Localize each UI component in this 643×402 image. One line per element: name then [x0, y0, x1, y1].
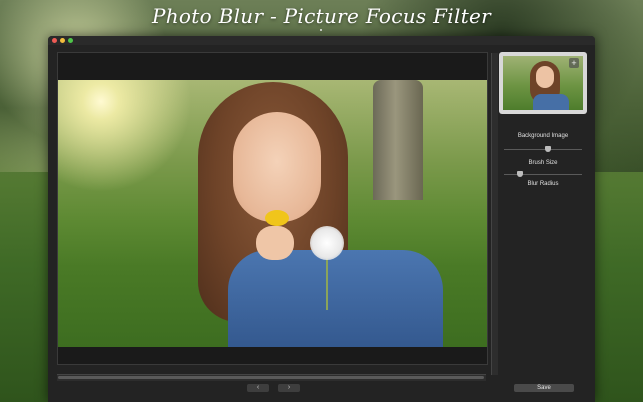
photo-girl-jacket	[228, 250, 443, 347]
thumb-girl-jacket	[533, 94, 569, 110]
photo-hand	[256, 226, 294, 260]
close-window-button[interactable]	[52, 38, 57, 43]
horizontal-scroll-thumb[interactable]	[58, 376, 484, 379]
plus-icon[interactable]: +	[569, 58, 579, 68]
thumb-girl-face	[536, 66, 554, 88]
zoom-window-button[interactable]	[68, 38, 73, 43]
brush-size-slider-knob[interactable]	[545, 146, 551, 152]
photo-tree-trunk	[373, 80, 423, 200]
background-image-thumbnail-frame[interactable]: +	[499, 52, 587, 114]
brush-size-label: Brush Size	[528, 160, 558, 166]
save-button[interactable]: Save	[514, 384, 574, 392]
promo-title: Photo Blur - Picture Focus Filter	[151, 4, 492, 28]
background-image-thumbnail[interactable]: +	[503, 56, 583, 110]
next-button[interactable]: ›	[278, 384, 300, 392]
previous-button[interactable]: ‹	[247, 384, 269, 392]
photo-girl-face	[233, 112, 321, 222]
blur-radius-label: Blur Radius	[527, 181, 559, 187]
horizontal-scrollbar[interactable]	[57, 374, 486, 381]
brush-size-slider-track[interactable]	[504, 149, 582, 150]
main-photo[interactable]	[58, 80, 487, 347]
photo-dandelion	[310, 226, 344, 260]
minimize-window-button[interactable]	[60, 38, 65, 43]
title-dot	[320, 29, 322, 31]
window-titlebar[interactable]	[48, 36, 595, 45]
blur-radius-slider-knob[interactable]	[517, 171, 523, 177]
blur-radius-slider-track[interactable]	[504, 174, 582, 175]
app-window: ‹ › + Background Image Brush Size Blur R…	[48, 36, 595, 402]
photo-dandelion-stem	[326, 258, 328, 310]
photo-yellow-flower	[265, 210, 289, 226]
vertical-scrollbar[interactable]	[491, 53, 498, 375]
background-image-label: Background Image	[517, 133, 569, 139]
image-canvas[interactable]	[57, 52, 498, 375]
